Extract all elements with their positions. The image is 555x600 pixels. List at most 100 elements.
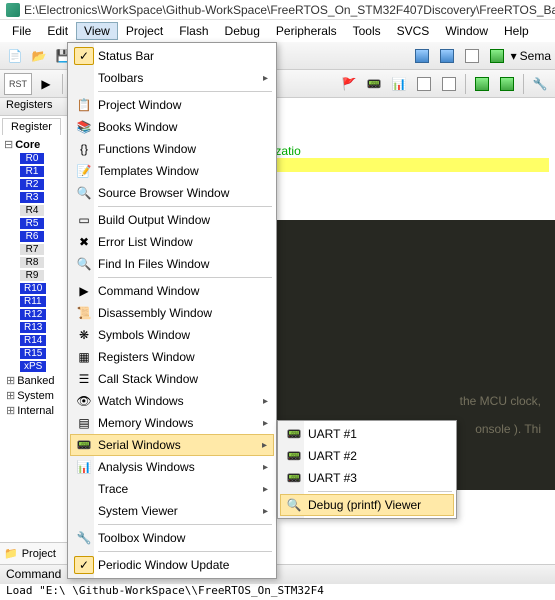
find-icon: 🔍 bbox=[74, 255, 94, 273]
window-grid-icon[interactable] bbox=[411, 45, 433, 67]
run-icon[interactable]: ▶ bbox=[35, 73, 57, 95]
app-icon bbox=[6, 3, 20, 17]
project-tab[interactable]: Project bbox=[22, 548, 56, 560]
menu-bar: File Edit View Project Flash Debug Perip… bbox=[0, 20, 555, 42]
trace-icon bbox=[74, 480, 94, 498]
register-name: R3 bbox=[20, 192, 44, 203]
menu-command-window[interactable]: ▶Command Window bbox=[70, 280, 274, 302]
menu-flash[interactable]: Flash bbox=[171, 22, 216, 40]
menu-system-viewer[interactable]: System Viewer bbox=[70, 500, 274, 522]
check-icon: ✓ bbox=[74, 556, 94, 574]
menu-window[interactable]: Window bbox=[437, 22, 496, 40]
menu-memory[interactable]: ▤Memory Windows bbox=[70, 412, 274, 434]
menu-periodic-update[interactable]: ✓Periodic Window Update bbox=[70, 554, 274, 576]
menu-registers[interactable]: ▦Registers Window bbox=[70, 346, 274, 368]
system-icon bbox=[74, 502, 94, 520]
flag-icon[interactable]: 🚩 bbox=[338, 73, 360, 95]
window-grid-icon[interactable] bbox=[436, 45, 458, 67]
register-name: R4 bbox=[20, 205, 44, 216]
register-tab[interactable]: Register bbox=[2, 118, 61, 135]
menu-toolbars[interactable]: Toolbars bbox=[70, 67, 274, 89]
register-name: R8 bbox=[20, 257, 44, 268]
register-name: R10 bbox=[20, 283, 46, 294]
window-grid-icon[interactable] bbox=[486, 45, 508, 67]
toolbox-icon: 🔧 bbox=[74, 529, 94, 547]
menu-build-output[interactable]: ▭Build Output Window bbox=[70, 209, 274, 231]
menu-call-stack[interactable]: ☰Call Stack Window bbox=[70, 368, 274, 390]
register-name: R15 bbox=[20, 348, 46, 359]
sema-label: Sema bbox=[520, 49, 551, 63]
register-name: R0 bbox=[20, 153, 44, 164]
project-window-icon: 📋 bbox=[74, 96, 94, 114]
menu-project-window[interactable]: 📋Project Window bbox=[70, 94, 274, 116]
menu-symbols[interactable]: ❋Symbols Window bbox=[70, 324, 274, 346]
menu-tools[interactable]: Tools bbox=[345, 22, 389, 40]
output-icon: ▭ bbox=[74, 211, 94, 229]
analysis-icon: 📊 bbox=[74, 458, 94, 476]
command-output: Load "E:\ \Github-WorkSpace\\FreeRTOS_On… bbox=[0, 584, 555, 600]
templates-icon: 📝 bbox=[74, 162, 94, 180]
analysis-icon[interactable]: 📊 bbox=[388, 73, 410, 95]
register-name: R1 bbox=[20, 166, 44, 177]
menu-watch[interactable]: 👁Watch Windows bbox=[70, 390, 274, 412]
disasm-icon: 📜 bbox=[74, 304, 94, 322]
menu-find-in-files[interactable]: 🔍Find In Files Window bbox=[70, 253, 274, 275]
command-icon: ▶ bbox=[74, 282, 94, 300]
menu-books-window[interactable]: 📚Books Window bbox=[70, 116, 274, 138]
menu-project[interactable]: Project bbox=[118, 22, 171, 40]
open-icon[interactable]: 📂 bbox=[28, 45, 50, 67]
menu-error-list[interactable]: ✖Error List Window bbox=[70, 231, 274, 253]
layout-icon[interactable] bbox=[438, 73, 460, 95]
title-path: E:\Electronics\WorkSpace\Github-WorkSpac… bbox=[24, 3, 555, 17]
registers-icon: ▦ bbox=[74, 348, 94, 366]
menu-uart3[interactable]: 📟UART #3 bbox=[280, 467, 454, 489]
symbols-icon: ❋ bbox=[74, 326, 94, 344]
serial-icon: 📟 bbox=[74, 436, 94, 454]
menu-functions-window[interactable]: {}Functions Window bbox=[70, 138, 274, 160]
menu-uart2[interactable]: 📟UART #2 bbox=[280, 445, 454, 467]
project-tab-icon: 📁 bbox=[4, 547, 18, 560]
tools-icon[interactable]: 🔧 bbox=[529, 73, 551, 95]
menu-toolbox[interactable]: 🔧Toolbox Window bbox=[70, 527, 274, 549]
functions-icon: {} bbox=[74, 140, 94, 158]
menu-disassembly[interactable]: 📜Disassembly Window bbox=[70, 302, 274, 324]
register-name: R9 bbox=[20, 270, 44, 281]
debug-printf-icon: 🔍 bbox=[284, 496, 304, 514]
menu-help[interactable]: Help bbox=[496, 22, 537, 40]
register-name: R5 bbox=[20, 218, 44, 229]
register-name: R6 bbox=[20, 231, 44, 242]
register-name: R13 bbox=[20, 322, 46, 333]
menu-svcs[interactable]: SVCS bbox=[389, 22, 438, 40]
register-name: xPS bbox=[20, 361, 46, 372]
check-icon: ✓ bbox=[74, 47, 94, 65]
register-name: R12 bbox=[20, 309, 46, 320]
menu-peripherals[interactable]: Peripherals bbox=[268, 22, 345, 40]
uart-icon: 📟 bbox=[284, 447, 304, 465]
serial-windows-submenu: 📟UART #1 📟UART #2 📟UART #3 🔍Debug (print… bbox=[277, 420, 457, 519]
menu-status-bar[interactable]: ✓Status Bar bbox=[70, 45, 274, 67]
menu-analysis[interactable]: 📊Analysis Windows bbox=[70, 456, 274, 478]
menu-file[interactable]: File bbox=[4, 22, 39, 40]
books-icon: 📚 bbox=[74, 118, 94, 136]
uart-icon: 📟 bbox=[284, 425, 304, 443]
uart-icon: 📟 bbox=[284, 469, 304, 487]
serial-icon[interactable]: 📟 bbox=[363, 73, 385, 95]
menu-view[interactable]: View bbox=[76, 22, 118, 40]
menu-edit[interactable]: Edit bbox=[39, 22, 76, 40]
register-name: R14 bbox=[20, 335, 46, 346]
menu-templates-window[interactable]: 📝Templates Window bbox=[70, 160, 274, 182]
component-icon[interactable] bbox=[496, 73, 518, 95]
title-bar: E:\Electronics\WorkSpace\Github-WorkSpac… bbox=[0, 0, 555, 20]
window-grid-icon[interactable] bbox=[461, 45, 483, 67]
menu-debug-printf[interactable]: 🔍Debug (printf) Viewer bbox=[280, 494, 454, 516]
layout-icon[interactable] bbox=[413, 73, 435, 95]
register-name: R11 bbox=[20, 296, 46, 307]
menu-trace[interactable]: Trace bbox=[70, 478, 274, 500]
menu-serial[interactable]: 📟Serial Windows bbox=[70, 434, 274, 456]
menu-source-browser[interactable]: 🔍Source Browser Window bbox=[70, 182, 274, 204]
component-icon[interactable] bbox=[471, 73, 493, 95]
menu-debug[interactable]: Debug bbox=[217, 22, 268, 40]
new-file-icon[interactable]: 📄 bbox=[4, 45, 26, 67]
reset-button[interactable]: RST bbox=[4, 73, 32, 95]
menu-uart1[interactable]: 📟UART #1 bbox=[280, 423, 454, 445]
